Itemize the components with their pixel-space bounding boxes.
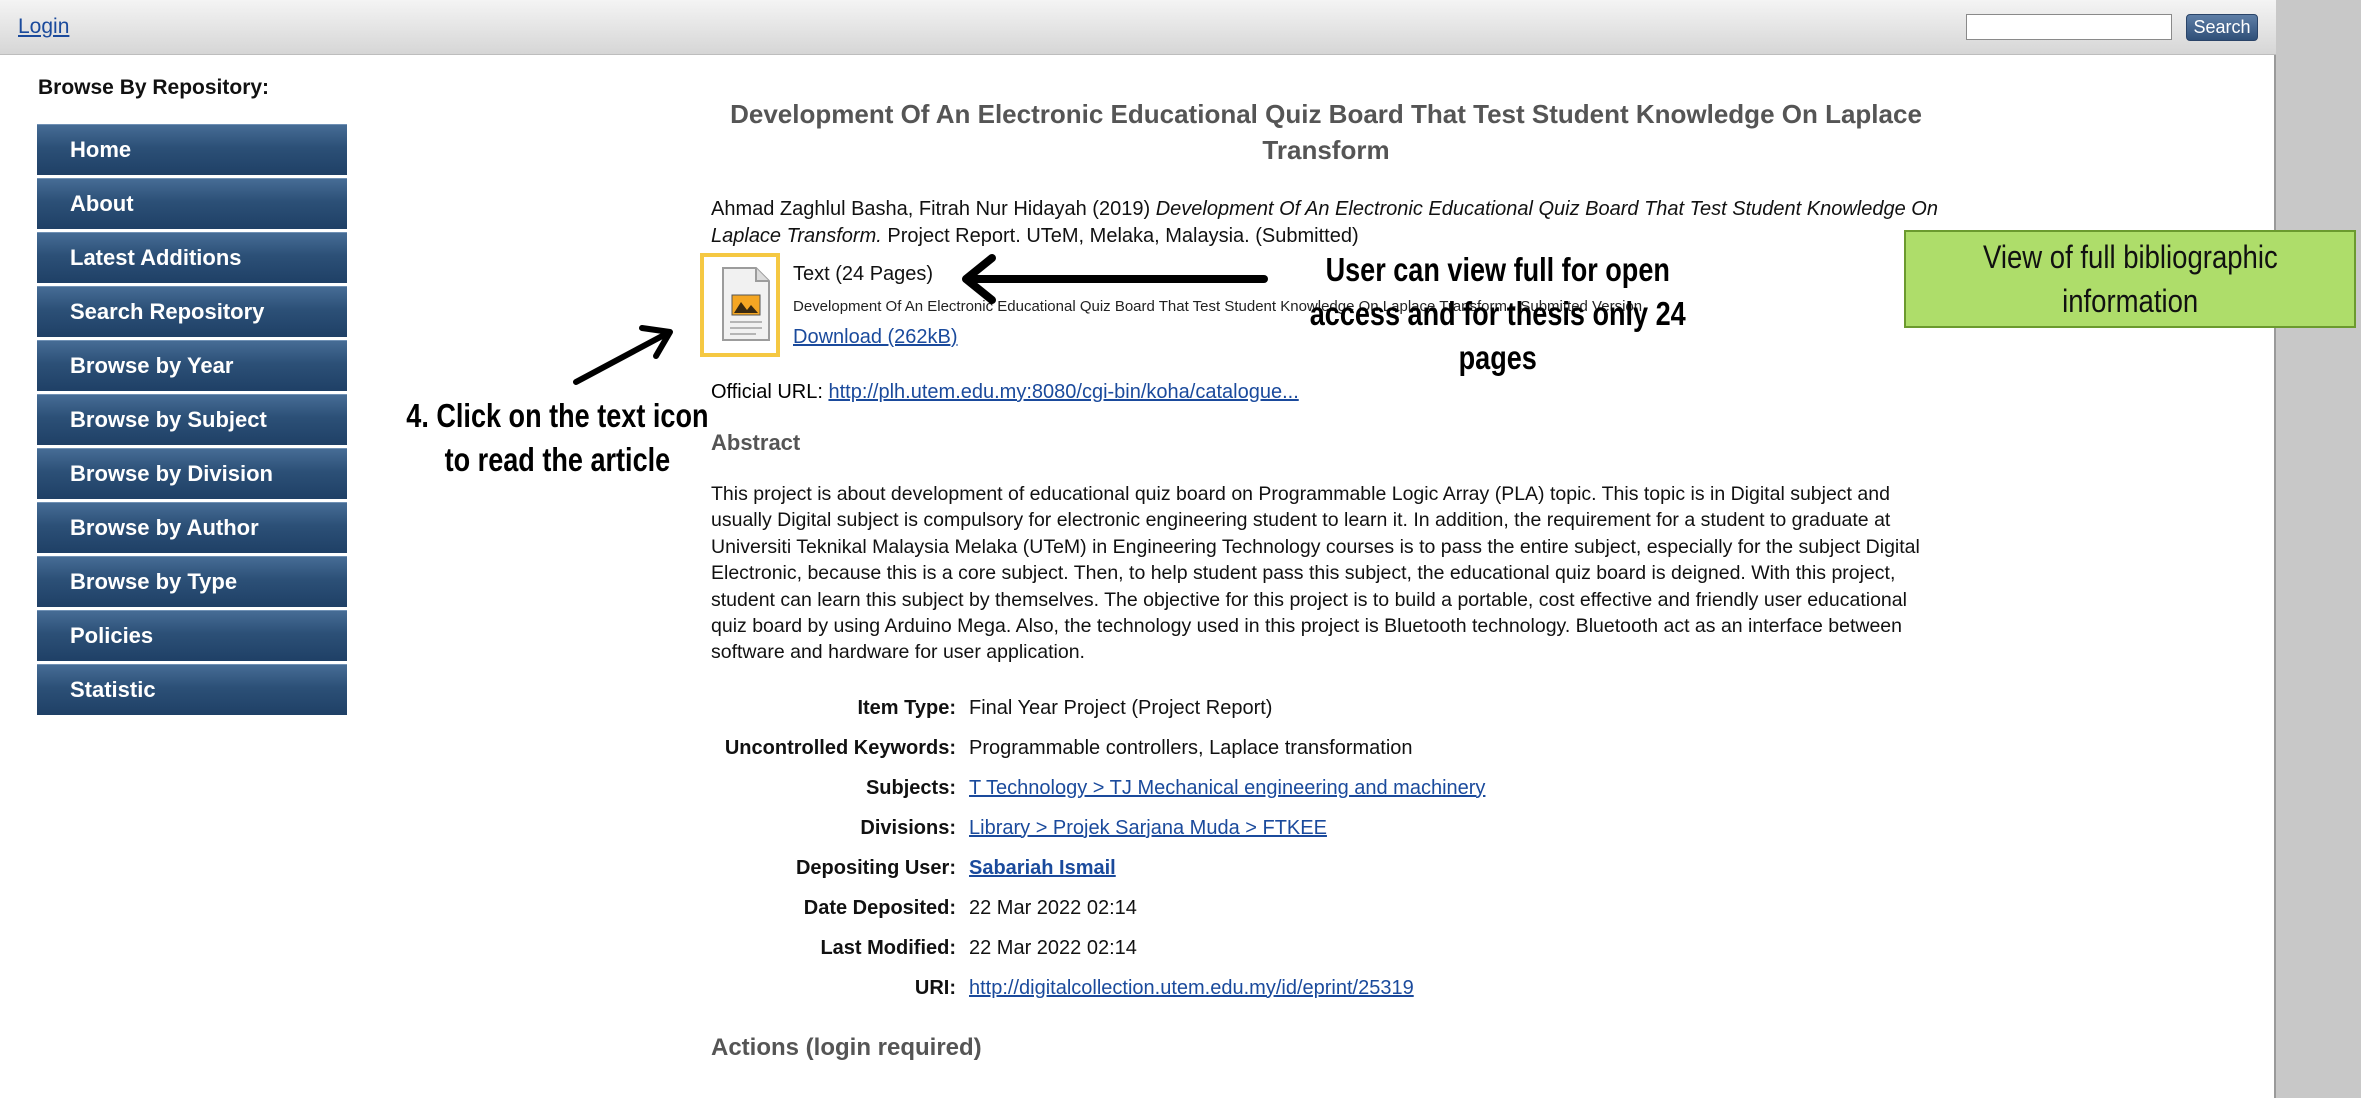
sidebar-item-search-repository[interactable]: Search Repository — [37, 286, 347, 337]
bibliographic-note: View of full bibliographic information — [1904, 230, 2356, 328]
keywords-label: Uncontrolled Keywords: — [724, 736, 956, 759]
annotation-line: 4. Click on the text icon — [406, 397, 709, 434]
sidebar-item-policies[interactable]: Policies — [37, 610, 347, 661]
table-row: Divisions: Library > Projek Sarjana Muda… — [711, 808, 1485, 848]
page-title: Development Of An Electronic Educational… — [730, 99, 1922, 165]
arrow-icon — [962, 254, 1268, 304]
last-modified-label: Last Modified: — [820, 936, 956, 959]
table-row: Date Deposited: 22 Mar 2022 02:14 — [711, 888, 1485, 928]
document-type: Text (24 Pages) — [793, 263, 934, 285]
download-link[interactable]: Download (262kB) — [793, 326, 958, 349]
table-row: Uncontrolled Keywords: Programmable cont… — [711, 728, 1485, 768]
citation-authors: Ahmad Zaghlul Basha, Fitrah Nur Hidayah … — [711, 198, 1151, 220]
uri-link[interactable]: http://digitalcollection.utem.edu.my/id/… — [969, 977, 1414, 999]
last-modified-value: 22 Mar 2022 02:14 — [969, 936, 1137, 959]
official-url-link[interactable]: http://plh.utem.edu.my:8080/cgi-bin/koha… — [828, 381, 1298, 403]
divisions-label: Divisions: — [860, 816, 956, 839]
search-button[interactable]: Search — [2186, 14, 2258, 41]
sidebar-nav: Home About Latest Additions Search Repos… — [37, 124, 347, 718]
sidebar-item-latest-additions[interactable]: Latest Additions — [37, 232, 347, 283]
item-type-label: Item Type: — [857, 696, 956, 719]
subjects-label: Subjects: — [865, 776, 956, 799]
sidebar-item-browse-by-subject[interactable]: Browse by Subject — [37, 394, 347, 445]
table-row: URI: http://digitalcollection.utem.edu.m… — [711, 968, 1485, 1008]
sidebar-item-browse-by-year[interactable]: Browse by Year — [37, 340, 347, 391]
table-row: Subjects: T Technology > TJ Mechanical e… — [711, 768, 1485, 808]
browse-heading: Browse By Repository: — [38, 76, 270, 99]
search-input[interactable] — [1966, 14, 2172, 40]
citation: Ahmad Zaghlul Basha, Fitrah Nur Hidayah … — [711, 196, 1941, 250]
note-line: information — [2061, 283, 2199, 319]
abstract-text: This project is about development of edu… — [711, 483, 1920, 664]
depositing-user-label: Depositing User: — [795, 856, 956, 879]
arrow-icon — [573, 325, 673, 385]
annotation-view-access: User can view full for open access and f… — [1287, 248, 1708, 380]
sidebar-item-browse-by-author[interactable]: Browse by Author — [37, 502, 347, 553]
note-line: View of full bibliographic — [1982, 239, 2278, 275]
depositing-user-link[interactable]: Sabariah Ismail — [969, 857, 1116, 879]
metadata-table: Item Type: Final Year Project (Project R… — [711, 688, 1486, 1008]
annotation-line: User can view full for open — [1325, 251, 1670, 288]
table-row: Last Modified: 22 Mar 2022 02:14 — [711, 928, 1485, 968]
item-type-value: Final Year Project (Project Report) — [969, 696, 1273, 719]
login-link[interactable]: Login — [18, 15, 69, 39]
top-bar: Login Search — [0, 0, 2276, 55]
sidebar-item-about[interactable]: About — [37, 178, 347, 229]
sidebar-item-home[interactable]: Home — [37, 124, 347, 175]
eprint-summary: Development Of An Electronic Educational… — [700, 96, 1941, 1061]
annotation-line: to read the article — [444, 441, 671, 478]
official-url-row: Official URL: http://plh.utem.edu.my:808… — [711, 381, 1299, 404]
actions-heading: Actions (login required) — [711, 1034, 982, 1061]
citation-details: Project Report. UTeM, Melaka, Malaysia. … — [887, 225, 1359, 247]
date-deposited-label: Date Deposited: — [803, 896, 956, 919]
sidebar-item-statistic[interactable]: Statistic — [37, 664, 347, 715]
date-deposited-value: 22 Mar 2022 02:14 — [969, 896, 1137, 919]
keywords-value: Programmable controllers, Laplace transf… — [969, 736, 1413, 759]
sidebar-item-browse-by-type[interactable]: Browse by Type — [37, 556, 347, 607]
subjects-link[interactable]: T Technology > TJ Mechanical engineering… — [969, 777, 1485, 799]
annotation-click-icon: 4. Click on the text icon to read the ar… — [377, 394, 738, 482]
annotation-line: pages — [1458, 339, 1537, 376]
divisions-link[interactable]: Library > Projek Sarjana Muda > FTKEE — [969, 817, 1327, 839]
table-row: Item Type: Final Year Project (Project R… — [711, 688, 1485, 728]
uri-label: URI: — [914, 976, 956, 999]
sidebar-item-browse-by-division[interactable]: Browse by Division — [37, 448, 347, 499]
annotation-line: access and for thesis only 24 — [1309, 295, 1686, 332]
repository-page: Login Search Browse By Repository: Home … — [0, 0, 2276, 1098]
document-icon[interactable] — [720, 265, 772, 343]
table-row: Depositing User: Sabariah Ismail — [711, 848, 1485, 888]
